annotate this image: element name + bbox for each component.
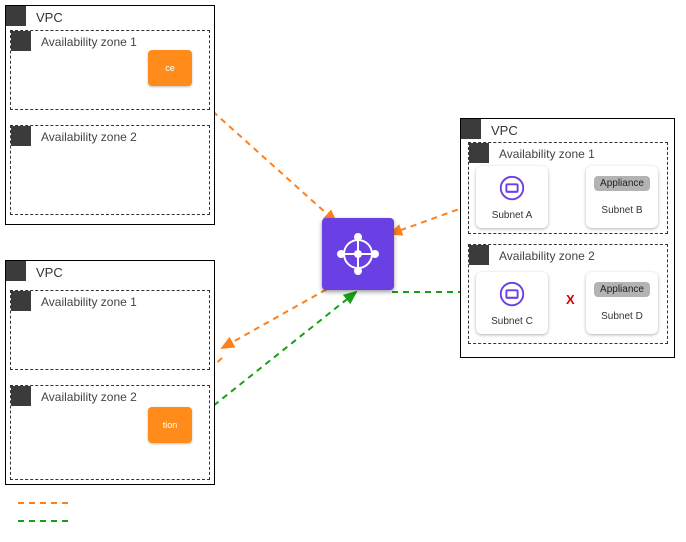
az-title: Availability zone 2	[41, 390, 137, 404]
subnet-d-card: Appliance Subnet D	[586, 272, 658, 334]
source-instance-icon: ce	[148, 50, 192, 86]
transit-gateway-icon	[322, 218, 394, 290]
legend-swatch-green-icon	[18, 520, 68, 522]
gwlb-endpoint-icon	[497, 173, 527, 206]
az-title: Availability zone 2	[499, 249, 595, 263]
az-badge-icon	[11, 126, 31, 146]
az-bottom-left-1: Availability zone 1	[10, 290, 210, 370]
az-title: Availability zone 1	[499, 147, 595, 161]
subnet-b-card: Appliance Subnet B	[586, 166, 658, 228]
subnet-a-card: Subnet A	[476, 166, 548, 228]
legend-orange-row	[18, 502, 68, 504]
instance-label: tion	[163, 420, 178, 430]
vpc-title: VPC	[36, 265, 63, 280]
instance-label: ce	[165, 63, 175, 73]
az-top-left-2: Availability zone 2	[10, 125, 210, 215]
subnet-c-card: Subnet C	[476, 272, 548, 334]
subnet-label: Subnet A	[492, 210, 533, 221]
az-badge-icon	[11, 386, 31, 406]
subnet-label: Subnet C	[491, 316, 533, 327]
failure-marker-icon: X	[566, 292, 575, 307]
az-title: Availability zone 2	[41, 130, 137, 144]
az-badge-icon	[469, 143, 489, 163]
destination-instance-icon: tion	[148, 407, 192, 443]
appliance-label: Appliance	[594, 282, 650, 297]
az-badge-icon	[11, 31, 31, 51]
appliance-label: Appliance	[594, 176, 650, 191]
az-title: Availability zone 1	[41, 35, 137, 49]
vpc-badge-icon	[6, 261, 26, 281]
subnet-label: Subnet B	[601, 205, 642, 216]
gwlb-endpoint-icon	[497, 279, 527, 312]
legend-green-row	[18, 520, 68, 522]
legend-swatch-orange-icon	[18, 502, 68, 504]
az-badge-icon	[11, 291, 31, 311]
az-badge-icon	[469, 245, 489, 265]
vpc-title: VPC	[36, 10, 63, 25]
vpc-title: VPC	[491, 123, 518, 138]
vpc-badge-icon	[461, 119, 481, 139]
az-title: Availability zone 1	[41, 295, 137, 309]
subnet-label: Subnet D	[601, 311, 643, 322]
vpc-badge-icon	[6, 6, 26, 26]
